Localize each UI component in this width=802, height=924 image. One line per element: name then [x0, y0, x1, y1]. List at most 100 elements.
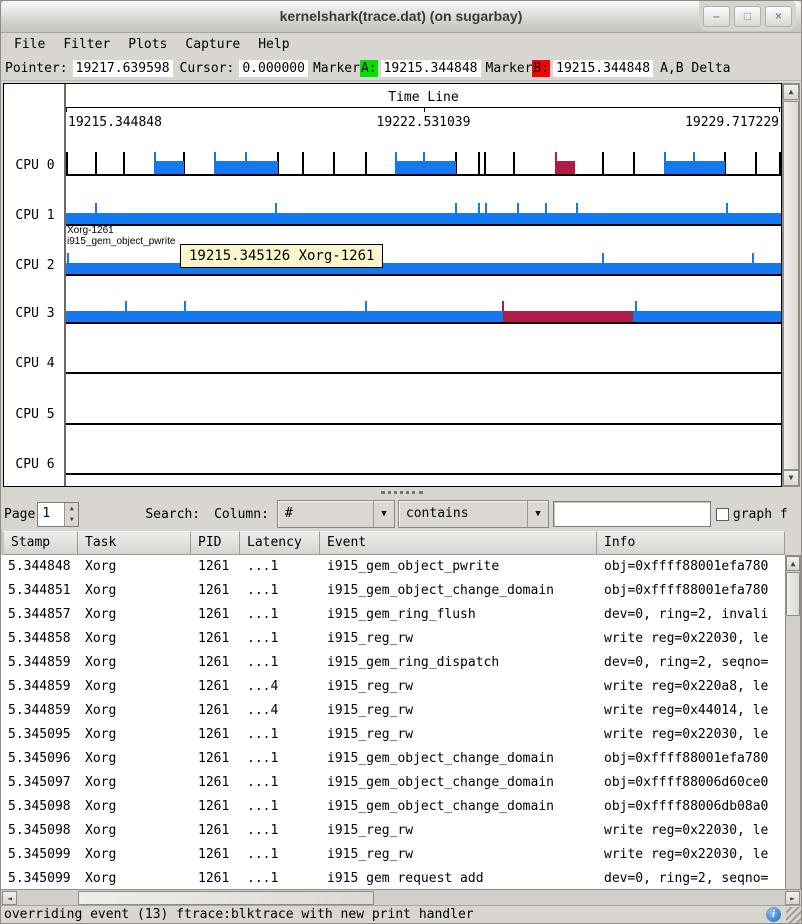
horizontal-scrollbar: ◄ ► — [1, 889, 801, 905]
cell-event: i915_gem_object_change_domain — [320, 579, 597, 603]
event-tick — [123, 152, 125, 174]
info-icon[interactable]: i — [766, 907, 781, 922]
chevron-down-icon[interactable]: ▼ — [373, 501, 394, 527]
menu-capture[interactable]: Capture — [176, 34, 249, 55]
table-row[interactable]: 5.345099Xorg1261...1i915 gem request add… — [1, 867, 785, 889]
splitter-handle-icon[interactable] — [381, 491, 423, 494]
column-select[interactable]: # ▼ — [277, 500, 395, 528]
task-bar[interactable] — [215, 161, 277, 174]
plot-area[interactable]: Time Line 19215.344848 19222.531039 1922… — [66, 84, 781, 486]
column-header-event[interactable]: Event — [320, 531, 597, 555]
task-bar[interactable] — [66, 311, 781, 322]
task-bar[interactable] — [556, 161, 575, 174]
table-row[interactable]: 5.344848Xorg1261...1i915_gem_object_pwri… — [1, 555, 785, 579]
marker-badge: B: — [532, 60, 550, 77]
maximize-icon[interactable]: □ — [734, 6, 761, 27]
table-row[interactable]: 5.344851Xorg1261...1i915_gem_object_chan… — [1, 579, 785, 603]
cell-stamp: 5.345095 — [1, 723, 78, 747]
match-select[interactable]: contains ▼ — [398, 500, 549, 528]
cell-stamp: 5.344859 — [1, 675, 78, 699]
search-bar: Page 1 ▲ ▼ Search: Column: # ▼ contains … — [1, 498, 801, 531]
value-field: 19215.344848 — [381, 60, 481, 77]
resize-grip-icon[interactable] — [786, 907, 801, 923]
scroll-left-icon[interactable]: ◄ — [2, 891, 17, 905]
column-header-task[interactable]: Task — [78, 531, 191, 555]
ruler-tick — [424, 107, 425, 112]
table-row[interactable]: 5.344857Xorg1261...1i915_gem_ring_flushd… — [1, 603, 785, 627]
graph-follows-checkbox[interactable] — [716, 508, 729, 521]
table-scroll-thumb[interactable] — [786, 572, 800, 616]
minimize-icon[interactable]: – — [703, 6, 730, 27]
menu-file[interactable]: File — [5, 34, 54, 55]
chevron-down-icon[interactable]: ▼ — [527, 501, 548, 527]
event-tick — [333, 152, 335, 174]
search-input[interactable] — [553, 501, 711, 527]
cell-task: Xorg — [78, 603, 191, 627]
window-buttons: – □ × — [699, 1, 796, 31]
table-row[interactable]: 5.345096Xorg1261...1i915_gem_object_chan… — [1, 747, 785, 771]
cell-stamp: 5.345097 — [1, 771, 78, 795]
spin-down-icon[interactable]: ▼ — [65, 514, 78, 526]
column-header-pid[interactable]: PID — [191, 531, 240, 555]
task-bar[interactable] — [66, 213, 781, 224]
cell-task: Xorg — [78, 819, 191, 843]
table-row[interactable]: 5.344859Xorg1261...4i915_reg_rwwrite reg… — [1, 699, 785, 723]
cell-info: obj=0xffff88006db08a0 — [597, 795, 785, 819]
menu-plots[interactable]: Plots — [119, 34, 176, 55]
column-header-info[interactable]: Info — [597, 531, 785, 555]
ruler-tick — [779, 107, 780, 112]
event-tick — [478, 152, 480, 174]
table-row[interactable]: 5.344859Xorg1261...1i915_gem_ring_dispat… — [1, 651, 785, 675]
table-row[interactable]: 5.344858Xorg1261...1i915_reg_rwwrite reg… — [1, 627, 785, 651]
task-bar[interactable] — [66, 263, 781, 274]
ruler-tick — [66, 107, 67, 112]
menu-filter[interactable]: Filter — [54, 34, 119, 55]
cell-pid: 1261 — [191, 723, 240, 747]
table-row[interactable]: 5.345098Xorg1261...1i915_reg_rwwrite reg… — [1, 819, 785, 843]
cell-latency: ...1 — [240, 603, 320, 627]
timeline-graph-panel: CPU 0CPU 1CPU 2CPU 3CPU 4CPU 5CPU 6 Time… — [1, 81, 801, 488]
horizontal-scroll-thumb[interactable] — [78, 891, 374, 905]
page-value: 1 — [38, 503, 64, 526]
scroll-right-icon[interactable]: ► — [785, 891, 800, 905]
close-icon[interactable]: × — [765, 6, 792, 27]
menu-help[interactable]: Help — [249, 34, 298, 55]
scroll-up-icon[interactable]: ▲ — [783, 84, 799, 100]
column-header-stamp[interactable]: Stamp — [1, 531, 78, 555]
cell-latency: ...1 — [240, 747, 320, 771]
spin-up-icon[interactable]: ▲ — [65, 503, 78, 515]
cpu-row-label: CPU 0 — [4, 158, 66, 173]
cell-latency: ...1 — [240, 579, 320, 603]
cell-stamp: 5.345099 — [1, 867, 78, 889]
cpu-baseline — [66, 274, 781, 276]
table-row[interactable]: 5.345098Xorg1261...1i915_gem_object_chan… — [1, 795, 785, 819]
cell-latency: ...1 — [240, 723, 320, 747]
cell-info: obj=0xffff88001efa780 — [597, 555, 785, 579]
pane-splitter[interactable] — [1, 488, 801, 498]
cell-stamp: 5.345099 — [1, 843, 78, 867]
event-tick — [633, 152, 635, 174]
graph-vertical-scrollbar: ▲ ▼ — [782, 83, 800, 487]
cell-task: Xorg — [78, 555, 191, 579]
event-tick — [755, 152, 757, 174]
marker-info-bar: Pointer:19217.639598Cursor:0.000000Marke… — [1, 57, 801, 81]
cell-task: Xorg — [78, 627, 191, 651]
cell-latency: ...1 — [240, 843, 320, 867]
task-bar[interactable] — [155, 161, 184, 174]
task-bar[interactable] — [503, 311, 633, 322]
page-spinbox[interactable]: 1 ▲ ▼ — [37, 502, 79, 527]
column-header-latency[interactable]: Latency — [240, 531, 320, 555]
scroll-down-icon[interactable]: ▼ — [783, 470, 799, 486]
scroll-up-icon[interactable]: ▲ — [786, 556, 800, 571]
info-label: Marker — [486, 61, 533, 76]
table-row[interactable]: 5.344859Xorg1261...4i915_reg_rwwrite reg… — [1, 675, 785, 699]
table-row[interactable]: 5.345095Xorg1261...1i915_reg_rwwrite reg… — [1, 723, 785, 747]
table-row[interactable]: 5.345099Xorg1261...1i915_reg_rwwrite reg… — [1, 843, 785, 867]
cell-latency: ...1 — [240, 651, 320, 675]
title-bar[interactable]: kernelshark(trace.dat) (on sugarbay) – □… — [1, 1, 801, 33]
graph-scroll-thumb[interactable] — [783, 101, 799, 470]
table-row[interactable]: 5.345097Xorg1261...1i915_gem_object_chan… — [1, 771, 785, 795]
task-bar[interactable] — [665, 161, 725, 174]
cell-task: Xorg — [78, 843, 191, 867]
task-bar[interactable] — [396, 161, 455, 174]
